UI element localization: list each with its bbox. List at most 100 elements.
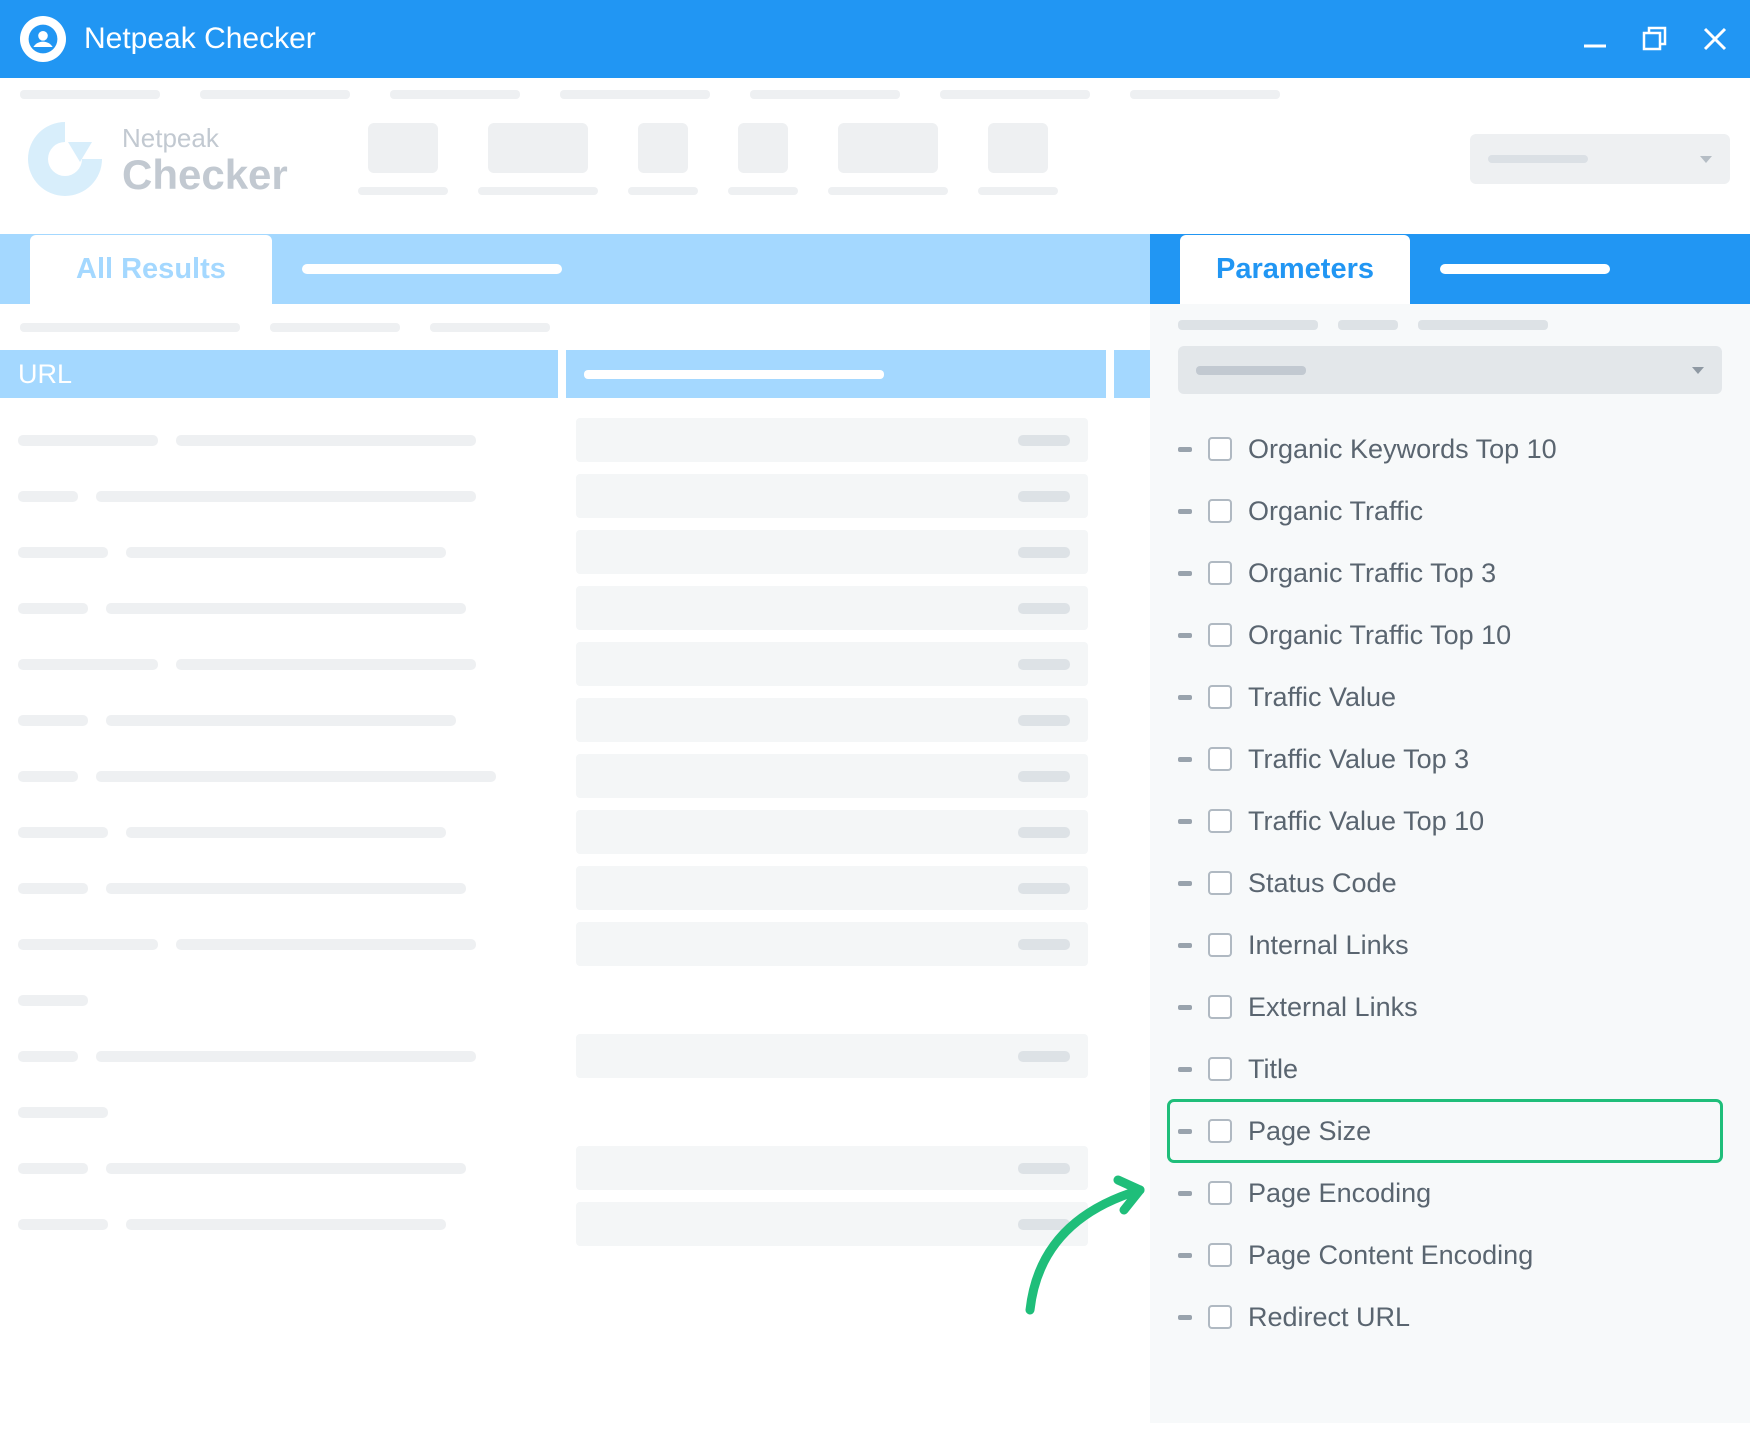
parameters-filter-dropdown[interactable] (1178, 346, 1722, 394)
menubar (0, 78, 1750, 106)
checkbox[interactable] (1208, 1305, 1232, 1329)
collapse-icon[interactable] (1178, 1253, 1192, 1258)
parameter-item[interactable]: Redirect URL (1178, 1286, 1722, 1348)
tab-placeholder[interactable] (1440, 264, 1610, 274)
parameter-item[interactable]: Page Content Encoding (1178, 1224, 1722, 1286)
toolbar-button[interactable] (728, 123, 798, 195)
column-placeholder[interactable] (566, 350, 1106, 398)
table-row[interactable] (0, 524, 1150, 580)
parameter-label: Status Code (1248, 868, 1397, 899)
app-icon (20, 16, 66, 62)
column-placeholder[interactable] (1114, 350, 1150, 398)
collapse-icon[interactable] (1178, 1315, 1192, 1320)
checkbox[interactable] (1208, 1119, 1232, 1143)
parameter-label: Organic Traffic (1248, 496, 1423, 527)
parameter-label: Organic Traffic Top 10 (1248, 620, 1511, 651)
table-row[interactable] (0, 1196, 1150, 1252)
checkbox[interactable] (1208, 933, 1232, 957)
parameter-label: Page Content Encoding (1248, 1240, 1533, 1271)
minimize-button[interactable] (1580, 24, 1610, 54)
parameters-meta (1178, 320, 1722, 330)
maximize-button[interactable] (1640, 24, 1670, 54)
checkbox[interactable] (1208, 623, 1232, 647)
checkbox[interactable] (1208, 561, 1232, 585)
collapse-icon[interactable] (1178, 447, 1192, 452)
table-row[interactable] (0, 580, 1150, 636)
checkbox[interactable] (1208, 1181, 1232, 1205)
column-url[interactable]: URL (0, 350, 558, 398)
toolbar-button[interactable] (478, 123, 598, 195)
table-row[interactable] (0, 468, 1150, 524)
collapse-icon[interactable] (1178, 881, 1192, 886)
toolbar-button[interactable] (358, 123, 448, 195)
parameter-item[interactable]: Status Code (1178, 852, 1722, 914)
parameter-item[interactable]: Traffic Value Top 10 (1178, 790, 1722, 852)
parameters-tabs: Parameters (1150, 234, 1750, 304)
collapse-icon[interactable] (1178, 819, 1192, 824)
toolbar-button[interactable] (628, 123, 698, 195)
table-body (0, 398, 1150, 1252)
table-row[interactable] (0, 1084, 1150, 1140)
collapse-icon[interactable] (1178, 633, 1192, 638)
toolbar-dropdown[interactable] (1470, 134, 1730, 184)
parameter-list: Organic Keywords Top 10 Organic Traffic … (1178, 418, 1722, 1348)
collapse-icon[interactable] (1178, 943, 1192, 948)
parameters-panel: Parameters Organic Keywords Top 10 Organ… (1150, 234, 1750, 1423)
table-row[interactable] (0, 692, 1150, 748)
logo-maintext: Checker (122, 154, 288, 196)
parameter-item[interactable]: External Links (1178, 976, 1722, 1038)
parameter-item[interactable]: Organic Traffic (1178, 480, 1722, 542)
table-row[interactable] (0, 748, 1150, 804)
parameter-item[interactable]: Page Encoding (1178, 1162, 1722, 1224)
parameter-item[interactable]: Page Size (1168, 1100, 1722, 1162)
collapse-icon[interactable] (1178, 1191, 1192, 1196)
table-row[interactable] (0, 412, 1150, 468)
collapse-icon[interactable] (1178, 571, 1192, 576)
toolbar-button[interactable] (828, 123, 948, 195)
parameter-label: Title (1248, 1054, 1298, 1085)
collapse-icon[interactable] (1178, 509, 1192, 514)
checkbox[interactable] (1208, 1243, 1232, 1267)
parameter-label: Organic Traffic Top 3 (1248, 558, 1496, 589)
parameter-item[interactable]: Organic Traffic Top 10 (1178, 604, 1722, 666)
collapse-icon[interactable] (1178, 1005, 1192, 1010)
tab-all-results[interactable]: All Results (30, 235, 272, 304)
collapse-icon[interactable] (1178, 695, 1192, 700)
checkbox[interactable] (1208, 809, 1232, 833)
checkbox[interactable] (1208, 499, 1232, 523)
table-row[interactable] (0, 972, 1150, 1028)
parameter-label: Internal Links (1248, 930, 1409, 961)
table-row[interactable] (0, 916, 1150, 972)
parameter-label: Traffic Value Top 10 (1248, 806, 1484, 837)
checkbox[interactable] (1208, 871, 1232, 895)
table-row[interactable] (0, 636, 1150, 692)
toolbar-button[interactable] (978, 123, 1058, 195)
parameter-item[interactable]: Traffic Value (1178, 666, 1722, 728)
collapse-icon[interactable] (1178, 1067, 1192, 1072)
table-row[interactable] (0, 1028, 1150, 1084)
checkbox[interactable] (1208, 685, 1232, 709)
table-row[interactable] (0, 1140, 1150, 1196)
table-row[interactable] (0, 804, 1150, 860)
collapse-icon[interactable] (1178, 1129, 1192, 1134)
parameter-item[interactable]: Organic Traffic Top 3 (1178, 542, 1722, 604)
checkbox[interactable] (1208, 747, 1232, 771)
results-meta (0, 304, 1150, 350)
checkbox[interactable] (1208, 1057, 1232, 1081)
results-tabs: All Results (0, 234, 1150, 304)
close-button[interactable] (1700, 24, 1730, 54)
logo-subtext: Netpeak (122, 123, 288, 154)
table-header: URL (0, 350, 1150, 398)
toolbar: Netpeak Checker (0, 106, 1750, 234)
tab-parameters[interactable]: Parameters (1180, 235, 1410, 304)
collapse-icon[interactable] (1178, 757, 1192, 762)
checkbox[interactable] (1208, 437, 1232, 461)
parameter-label: Organic Keywords Top 10 (1248, 434, 1557, 465)
parameter-item[interactable]: Title (1178, 1038, 1722, 1100)
parameter-item[interactable]: Organic Keywords Top 10 (1178, 418, 1722, 480)
checkbox[interactable] (1208, 995, 1232, 1019)
parameter-item[interactable]: Internal Links (1178, 914, 1722, 976)
table-row[interactable] (0, 860, 1150, 916)
tab-placeholder[interactable] (302, 264, 562, 274)
parameter-item[interactable]: Traffic Value Top 3 (1178, 728, 1722, 790)
